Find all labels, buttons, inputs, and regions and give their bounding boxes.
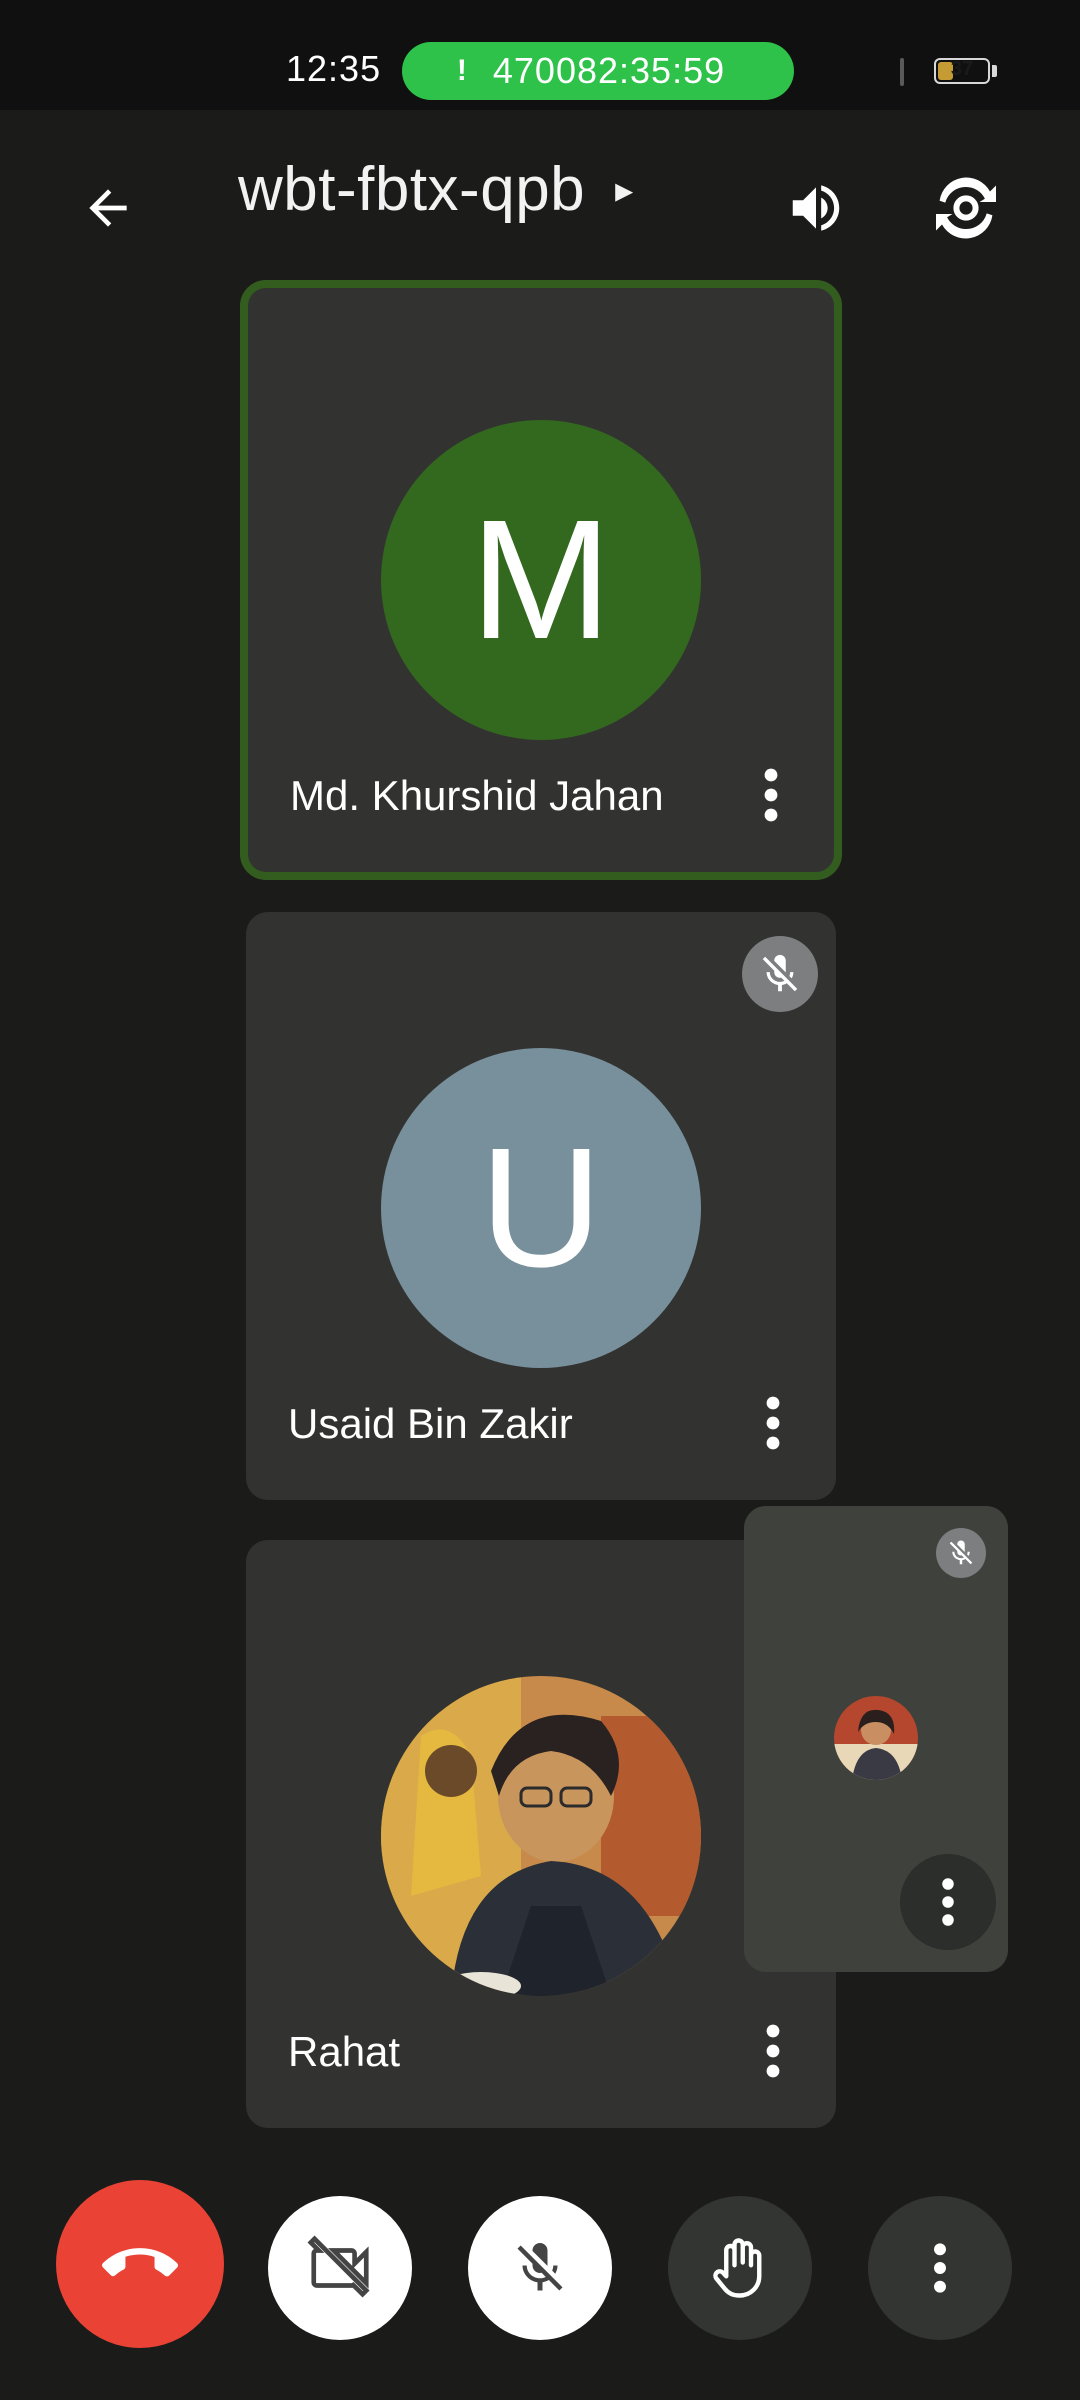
phone-hangup-icon — [102, 2248, 178, 2277]
top-bar: wbt-fbtx-qpb ▸ — [0, 110, 1080, 280]
mic-off-badge — [742, 936, 818, 1012]
more-vert-icon — [764, 768, 778, 822]
video-off-icon — [307, 2235, 370, 2298]
battery-tip — [992, 65, 997, 77]
switch-camera-icon — [936, 177, 996, 239]
camera-toggle-button[interactable] — [268, 2196, 412, 2340]
mic-off-icon — [762, 954, 798, 992]
participant-name: Usaid Bin Zakir — [288, 1400, 573, 1447]
status-time: 12:35 — [286, 48, 382, 89]
signal-icon — [900, 58, 904, 86]
mic-off-badge — [936, 1528, 986, 1578]
participant-tile[interactable]: M Md. Khurshid Jahan — [240, 280, 842, 880]
speaker-button[interactable] — [768, 160, 864, 256]
ongoing-call-pill[interactable]: ! 470082:35:59 — [402, 42, 794, 100]
participant-name: Md. Khurshid Jahan — [290, 772, 664, 819]
caret-right-icon: ▸ — [615, 168, 634, 210]
speaker-icon — [792, 185, 840, 231]
arrow-left-icon — [89, 189, 127, 227]
more-options-button[interactable] — [868, 2196, 1012, 2340]
back-button[interactable] — [60, 160, 156, 256]
self-avatar-photo — [834, 1696, 918, 1780]
participant-more-button[interactable] — [748, 2016, 798, 2086]
call-timer: 470082:35:59 — [492, 50, 726, 91]
battery-level: 37 — [950, 58, 974, 80]
participant-more-button[interactable] — [746, 760, 796, 830]
avatar: M — [381, 420, 701, 740]
more-vert-icon — [766, 1396, 780, 1450]
switch-camera-button[interactable] — [912, 154, 1020, 262]
battery-icon: 37 — [934, 58, 990, 84]
avatar-photo — [381, 1676, 701, 1996]
call-controls — [0, 2180, 1080, 2350]
meet-call-screen: 12:35 ! 470082:35:59 37 wbt-fbtx-qpb ▸ M… — [0, 0, 1080, 2400]
status-bar: 12:35 ! 470082:35:59 37 — [0, 0, 1080, 110]
self-view-tile[interactable] — [744, 1506, 1008, 1972]
mic-off-icon — [517, 2243, 563, 2291]
hand-icon — [713, 2238, 762, 2298]
more-vert-icon — [942, 1878, 954, 1926]
end-call-button[interactable] — [56, 2180, 224, 2348]
more-vert-icon — [934, 2243, 946, 2293]
raise-hand-button[interactable] — [668, 2196, 812, 2340]
alert-icon: ! — [456, 54, 467, 87]
mic-toggle-button[interactable] — [468, 2196, 612, 2340]
self-view-more-button[interactable] — [900, 1854, 996, 1950]
mic-off-icon — [949, 1540, 973, 1565]
meeting-code-button[interactable]: wbt-fbtx-qpb ▸ — [238, 154, 634, 225]
profile-photo — [381, 1676, 701, 1996]
participant-more-button[interactable] — [748, 1388, 798, 1458]
participant-tile[interactable]: U Usaid Bin Zakir — [246, 912, 836, 1500]
participant-name: Rahat — [288, 2028, 401, 2075]
avatar: U — [381, 1048, 701, 1368]
more-vert-icon — [766, 2024, 780, 2078]
meeting-code: wbt-fbtx-qpb — [238, 155, 586, 224]
